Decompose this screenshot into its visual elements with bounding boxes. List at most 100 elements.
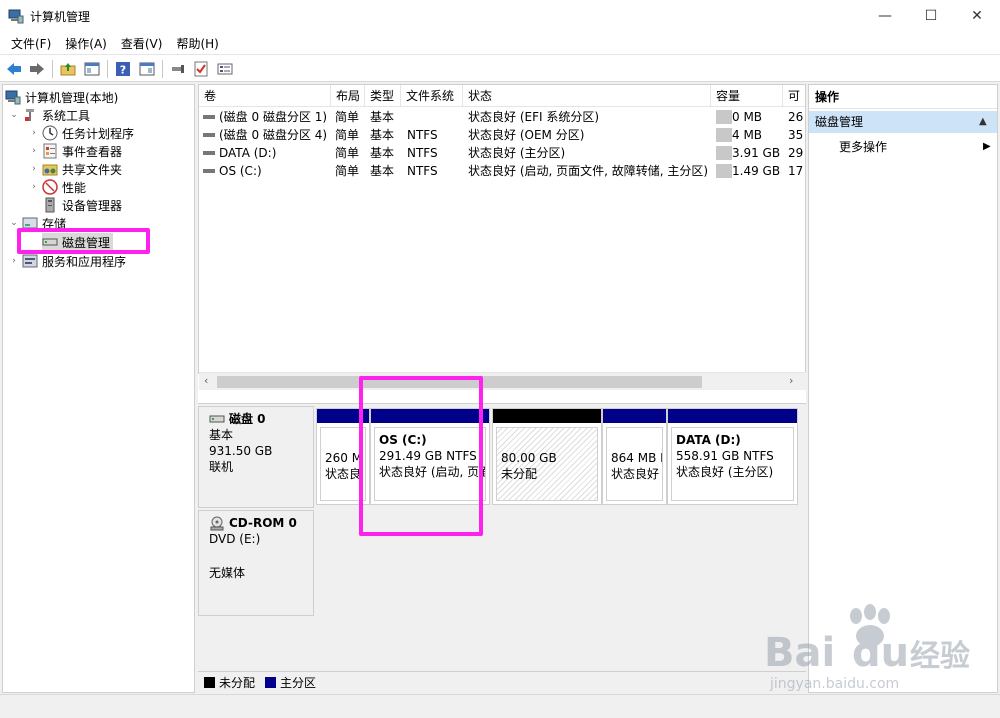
show-hide-tree-button[interactable] <box>82 59 102 79</box>
column-header-volume[interactable]: 卷 <box>199 85 331 107</box>
more-actions[interactable]: 更多操作 <box>839 137 887 157</box>
actions-section-disk-management[interactable]: 磁盘管理 ▲ <box>809 111 997 133</box>
partition-efi[interactable]: 260 M 状态良 <box>316 408 370 505</box>
cdrom-0-header[interactable]: CD-ROM 0 DVD (E:) 无媒体 <box>198 510 314 616</box>
chevron-right-icon[interactable]: › <box>29 182 39 192</box>
partition-os-c[interactable]: OS (C:) 291.49 GB NTFS 状态良好 (启动, 页面 <box>370 408 490 505</box>
console-tree-icon <box>84 62 100 76</box>
help-button[interactable]: ? <box>113 59 133 79</box>
cell-layout: 简单 <box>335 128 360 142</box>
partition-status: 状态良好 (主分区) <box>676 465 774 479</box>
cell-free: 17 <box>788 164 804 178</box>
chevron-right-icon[interactable]: › <box>29 128 39 138</box>
scroll-left-icon[interactable]: ‹ <box>204 374 208 387</box>
chevron-right-icon[interactable]: › <box>9 256 19 266</box>
menu-file[interactable]: 文件(F) <box>4 35 58 52</box>
tree-item-disk-management[interactable]: 磁盘管理 <box>42 233 114 251</box>
forward-arrow-icon <box>30 63 44 75</box>
legend-swatch-primary <box>265 677 277 688</box>
storage-icon <box>22 215 38 231</box>
cell-filesystem: NTFS <box>407 128 438 142</box>
disk-graphical-view: 磁盘 0 基本 931.50 GB 联机 260 M 状态良 OS (C:) 2… <box>198 403 806 671</box>
cell-layout: 简单 <box>335 110 360 124</box>
legend: 未分配 主分区 <box>198 671 806 693</box>
volume-icon <box>203 108 217 126</box>
check-button[interactable] <box>191 59 211 79</box>
tree-item-task-scheduler[interactable]: › 任务计划程序 <box>29 124 134 142</box>
shared-folder-icon <box>42 161 58 177</box>
cell-status: 状态良好 (OEM 分区) <box>468 128 585 142</box>
chevron-down-icon[interactable]: ⌄ <box>9 110 19 120</box>
collapse-icon[interactable]: ▲ <box>979 111 987 133</box>
table-row[interactable]: (磁盘 0 磁盘分区 1) 简单 基本 状态良好 (EFI 系统分区) 0 MB… <box>199 108 805 126</box>
tree-item-label: 计算机管理(本地) <box>25 90 119 105</box>
baidu-watermark: Bai du 经验 jingyan.baidu.com <box>760 602 996 694</box>
partition-unallocated[interactable]: 80.00 GB 未分配 <box>492 408 602 505</box>
tree-item-shared-folders[interactable]: › 共享文件夹 <box>29 160 122 178</box>
disk-type: 基本 <box>209 428 234 442</box>
maximize-button[interactable]: ☐ <box>908 0 954 32</box>
column-header-capacity[interactable]: 容量 <box>711 85 783 107</box>
scrollbar-thumb[interactable] <box>217 376 702 388</box>
capacity-bar <box>716 128 732 142</box>
computer-management-icon <box>8 8 24 24</box>
svg-text:?: ? <box>120 64 126 77</box>
window-title: 计算机管理 <box>30 10 91 24</box>
menu-view[interactable]: 查看(V) <box>114 35 170 52</box>
cell-type: 基本 <box>370 128 395 142</box>
column-header-type[interactable]: 类型 <box>365 85 401 107</box>
tree-item-event-viewer[interactable]: › 事件查看器 <box>29 142 122 160</box>
actions-section-label: 磁盘管理 <box>815 115 864 129</box>
cell-type: 基本 <box>370 146 395 160</box>
horizontal-scrollbar[interactable]: ‹ › <box>199 372 807 390</box>
table-row[interactable]: DATA (D:) 简单 基本 NTFS 状态良好 (主分区) 3.91 GB … <box>199 144 805 162</box>
menu-help[interactable]: 帮助(H) <box>169 35 225 52</box>
forward-button[interactable] <box>27 59 47 79</box>
tree-item-performance[interactable]: › 性能 <box>29 178 86 196</box>
properties-button[interactable] <box>215 59 235 79</box>
chevron-right-icon[interactable]: › <box>29 146 39 156</box>
menu-action[interactable]: 操作(A) <box>58 35 114 52</box>
cell-filesystem <box>407 108 463 126</box>
chevron-down-icon[interactable]: ⌄ <box>9 218 19 228</box>
scroll-right-icon[interactable]: › <box>789 374 793 387</box>
partition-oem[interactable]: 864 MB I 状态良好 <box>602 408 667 505</box>
tree-item-services-apps[interactable]: › 服务和应用程序 <box>9 252 126 270</box>
volume-icon <box>203 126 217 144</box>
partition-size: 558.91 GB NTFS <box>676 449 774 463</box>
disk-state: 联机 <box>209 460 234 474</box>
partition-size: 864 MB I <box>611 451 663 465</box>
minimize-button[interactable]: — <box>862 0 908 32</box>
partition-size: 260 M <box>325 451 363 465</box>
tools-icon <box>22 107 38 123</box>
column-header-layout[interactable]: 布局 <box>331 85 365 107</box>
chevron-right-icon[interactable]: › <box>29 164 39 174</box>
tree-item-label: 设备管理器 <box>62 198 123 213</box>
cdrom-drive: DVD (E:) <box>209 532 261 546</box>
partition-status: 状态良 <box>325 467 362 481</box>
action-pane-button[interactable] <box>137 59 157 79</box>
up-level-button[interactable] <box>58 59 78 79</box>
table-row[interactable]: (磁盘 0 磁盘分区 4) 简单 基本 NTFS 状态良好 (OEM 分区) 4… <box>199 126 805 144</box>
back-button[interactable] <box>4 59 24 79</box>
connect-button[interactable] <box>168 59 188 79</box>
partition-data-d[interactable]: DATA (D:) 558.91 GB NTFS 状态良好 (主分区) <box>667 408 798 505</box>
column-header-filesystem[interactable]: 文件系统 <box>401 85 463 107</box>
computer-management-icon <box>5 89 21 105</box>
submenu-arrow-icon[interactable]: ▶ <box>983 137 991 157</box>
table-row[interactable]: OS (C:) 简单 基本 NTFS 状态良好 (启动, 页面文件, 故障转储,… <box>199 162 805 180</box>
actions-header: 操作 <box>809 85 997 109</box>
partition-size: 80.00 GB <box>501 451 557 465</box>
tree-item-root[interactable]: 计算机管理(本地) <box>5 88 118 106</box>
close-button[interactable]: ✕ <box>954 0 1000 32</box>
tree-item-device-manager[interactable]: 设备管理器 <box>42 196 122 214</box>
cell-volume: (磁盘 0 磁盘分区 4) <box>219 128 328 142</box>
tree-item-storage[interactable]: ⌄ 存储 <box>9 214 66 232</box>
tree-item-label: 任务计划程序 <box>62 126 135 141</box>
device-manager-icon <box>42 197 58 213</box>
column-header-status[interactable]: 状态 <box>463 85 711 107</box>
column-header-free[interactable]: 可 <box>783 85 805 107</box>
disk-0-header[interactable]: 磁盘 0 基本 931.50 GB 联机 <box>198 406 314 508</box>
tree-item-system-tools[interactable]: ⌄ 系统工具 <box>9 106 90 124</box>
event-log-icon <box>42 143 58 159</box>
